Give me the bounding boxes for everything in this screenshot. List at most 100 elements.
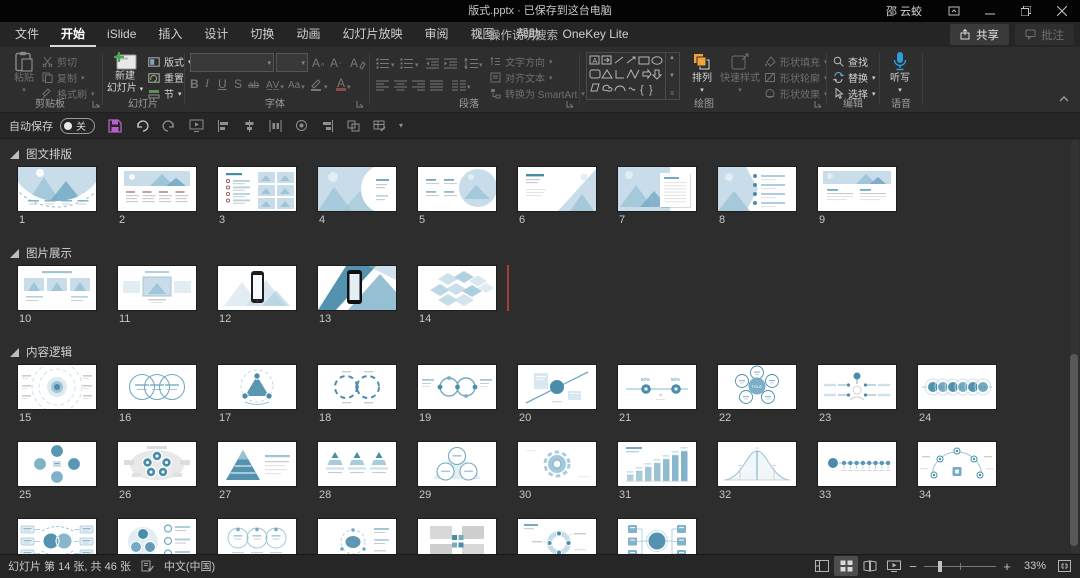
slide-thumbnail[interactable]	[418, 167, 496, 211]
section-header-图文排版[interactable]: 图文排版	[10, 146, 72, 162]
increase-font-button[interactable]: A^	[312, 52, 324, 70]
slide-thumbnail[interactable]	[118, 167, 196, 211]
section-header-内容逻辑[interactable]: 内容逻辑	[10, 344, 72, 360]
slide-thumbnail[interactable]	[718, 442, 796, 486]
bold-button[interactable]: B	[190, 73, 199, 91]
align-text-button[interactable]: 对齐文本▾	[490, 70, 553, 85]
share-button[interactable]: 共享	[950, 24, 1009, 45]
arrange-button[interactable]: 排列 ▾	[686, 51, 718, 97]
slide-thumbnail[interactable]	[18, 167, 96, 211]
highlight-color-button[interactable]: ▾	[310, 73, 328, 91]
normal-view-button[interactable]	[810, 556, 834, 576]
character-spacing-button[interactable]: A̲V̲▾	[266, 73, 284, 91]
clear-formatting-button[interactable]: A	[350, 52, 366, 70]
slide-sorter-view-button[interactable]	[834, 556, 858, 576]
fit-to-window-button[interactable]	[1052, 556, 1076, 576]
zoom-slider[interactable]	[924, 556, 996, 576]
slide-thumbnail[interactable]	[118, 365, 196, 409]
shape-outline-button[interactable]: 形状轮廓▾	[764, 70, 828, 85]
columns-button[interactable]: ▾	[452, 73, 471, 91]
paste-button[interactable]: 粘贴 ▾	[8, 51, 40, 97]
tab-iSlide[interactable]: iSlide	[96, 22, 147, 47]
new-slide-button[interactable]: 新建 幻灯片 ▾	[106, 51, 144, 96]
tab-审阅[interactable]: 审阅	[413, 22, 459, 47]
ribbon-display-options-button[interactable]	[936, 0, 972, 22]
save-button[interactable]	[108, 119, 122, 133]
slide-thumbnail[interactable]	[18, 266, 96, 310]
font-color-button[interactable]: A▾	[336, 73, 351, 91]
slide-thumbnail[interactable]	[318, 442, 396, 486]
dictate-button[interactable]: 听写 ▾	[884, 51, 916, 97]
change-case-button[interactable]: Aa▾	[288, 73, 305, 91]
restore-button[interactable]	[1008, 0, 1044, 22]
slideshow-view-button[interactable]	[882, 556, 906, 576]
paragraph-dialog-launcher[interactable]	[566, 100, 575, 109]
decrease-font-button[interactable]: Aˇ	[330, 52, 341, 70]
slide-thumbnail[interactable]	[18, 365, 96, 409]
shapes-gallery[interactable]: A { }	[586, 52, 680, 100]
reset-button[interactable]: 重置	[148, 70, 184, 85]
tab-切换[interactable]: 切换	[239, 22, 285, 47]
replace-button[interactable]: 替换▾	[833, 70, 876, 85]
text-shadow-button[interactable]: S	[234, 73, 242, 91]
close-button[interactable]	[1044, 0, 1080, 22]
quick-styles-button[interactable]: 快速样式 ▾	[720, 51, 760, 97]
align-right-button[interactable]	[412, 73, 425, 91]
tab-幻灯片放映[interactable]: 幻灯片放映	[331, 22, 413, 47]
zoom-level[interactable]: 33%	[1014, 560, 1046, 572]
slide-thumbnail[interactable]	[218, 266, 296, 310]
scrollbar-thumb[interactable]	[1070, 354, 1078, 546]
clipboard-dialog-launcher[interactable]	[92, 100, 101, 109]
slide-thumbnail[interactable]	[818, 365, 896, 409]
table-pen-button[interactable]	[373, 120, 386, 132]
tab-OneKey Lite[interactable]: OneKey Lite	[552, 22, 640, 47]
language-indicator[interactable]: 中文(中国)	[164, 558, 215, 574]
shapes-gallery-scroll[interactable]: ▲ ▼ ≡	[665, 53, 678, 99]
redo-button[interactable]	[162, 120, 176, 132]
shape-fill-button[interactable]: 形状填充▾	[764, 54, 828, 69]
reading-view-button[interactable]	[858, 556, 882, 576]
zoom-out-button[interactable]: −	[906, 559, 920, 574]
align-center-button[interactable]	[394, 73, 407, 91]
tab-开始[interactable]: 开始	[50, 22, 96, 47]
tab-插入[interactable]: 插入	[147, 22, 193, 47]
group-objects-button[interactable]	[347, 120, 360, 132]
align-left-button[interactable]	[376, 73, 389, 91]
collapse-ribbon-button[interactable]	[1058, 95, 1070, 103]
slide-thumbnail[interactable]	[218, 442, 296, 486]
tell-me-search[interactable]: 操作说明搜索	[472, 26, 558, 43]
slide-thumbnail[interactable]	[518, 365, 596, 409]
slide-thumbnail[interactable]	[918, 365, 996, 409]
align-objects-right-button[interactable]	[321, 120, 334, 132]
font-name-combo[interactable]: ▾	[190, 53, 274, 72]
slide-thumbnail[interactable]	[118, 266, 196, 310]
line-spacing-button[interactable]: ▾	[464, 51, 483, 69]
align-objects-center-button[interactable]	[243, 120, 256, 132]
slide-thumbnail[interactable]	[318, 167, 396, 211]
slide-thumbnail[interactable]	[718, 167, 796, 211]
zoom-slider-thumb[interactable]	[938, 561, 942, 572]
slide-thumbnail[interactable]	[318, 266, 396, 310]
slide-thumbnail[interactable]	[218, 365, 296, 409]
text-direction-button[interactable]: 文字方向▾	[490, 54, 553, 69]
slide-thumbnail[interactable]	[518, 442, 596, 486]
distribute-horizontal-button[interactable]	[269, 120, 282, 132]
slide-thumbnail[interactable]	[618, 442, 696, 486]
slide-thumbnail[interactable]	[118, 442, 196, 486]
tab-文件[interactable]: 文件	[4, 22, 50, 47]
slide-thumbnail[interactable]	[418, 266, 496, 310]
align-objects-left-button[interactable]	[217, 120, 230, 132]
zoom-in-button[interactable]: +	[1000, 559, 1014, 574]
slide-thumbnail[interactable]	[518, 167, 596, 211]
font-size-combo[interactable]: ▾	[276, 53, 308, 72]
slide-thumbnail[interactable]: TITLE	[718, 365, 796, 409]
section-header-图片展示[interactable]: 图片展示	[10, 245, 72, 261]
scrollbar-track[interactable]	[1071, 140, 1079, 554]
slide-thumbnail[interactable]	[818, 167, 896, 211]
start-slideshow-button[interactable]	[189, 119, 204, 132]
tab-设计[interactable]: 设计	[193, 22, 239, 47]
decrease-indent-button[interactable]	[426, 51, 439, 69]
slide-thumbnail[interactable]	[218, 167, 296, 211]
drawing-dialog-launcher[interactable]	[814, 100, 823, 109]
qat-more-commands-button[interactable]: ▾	[399, 121, 403, 130]
